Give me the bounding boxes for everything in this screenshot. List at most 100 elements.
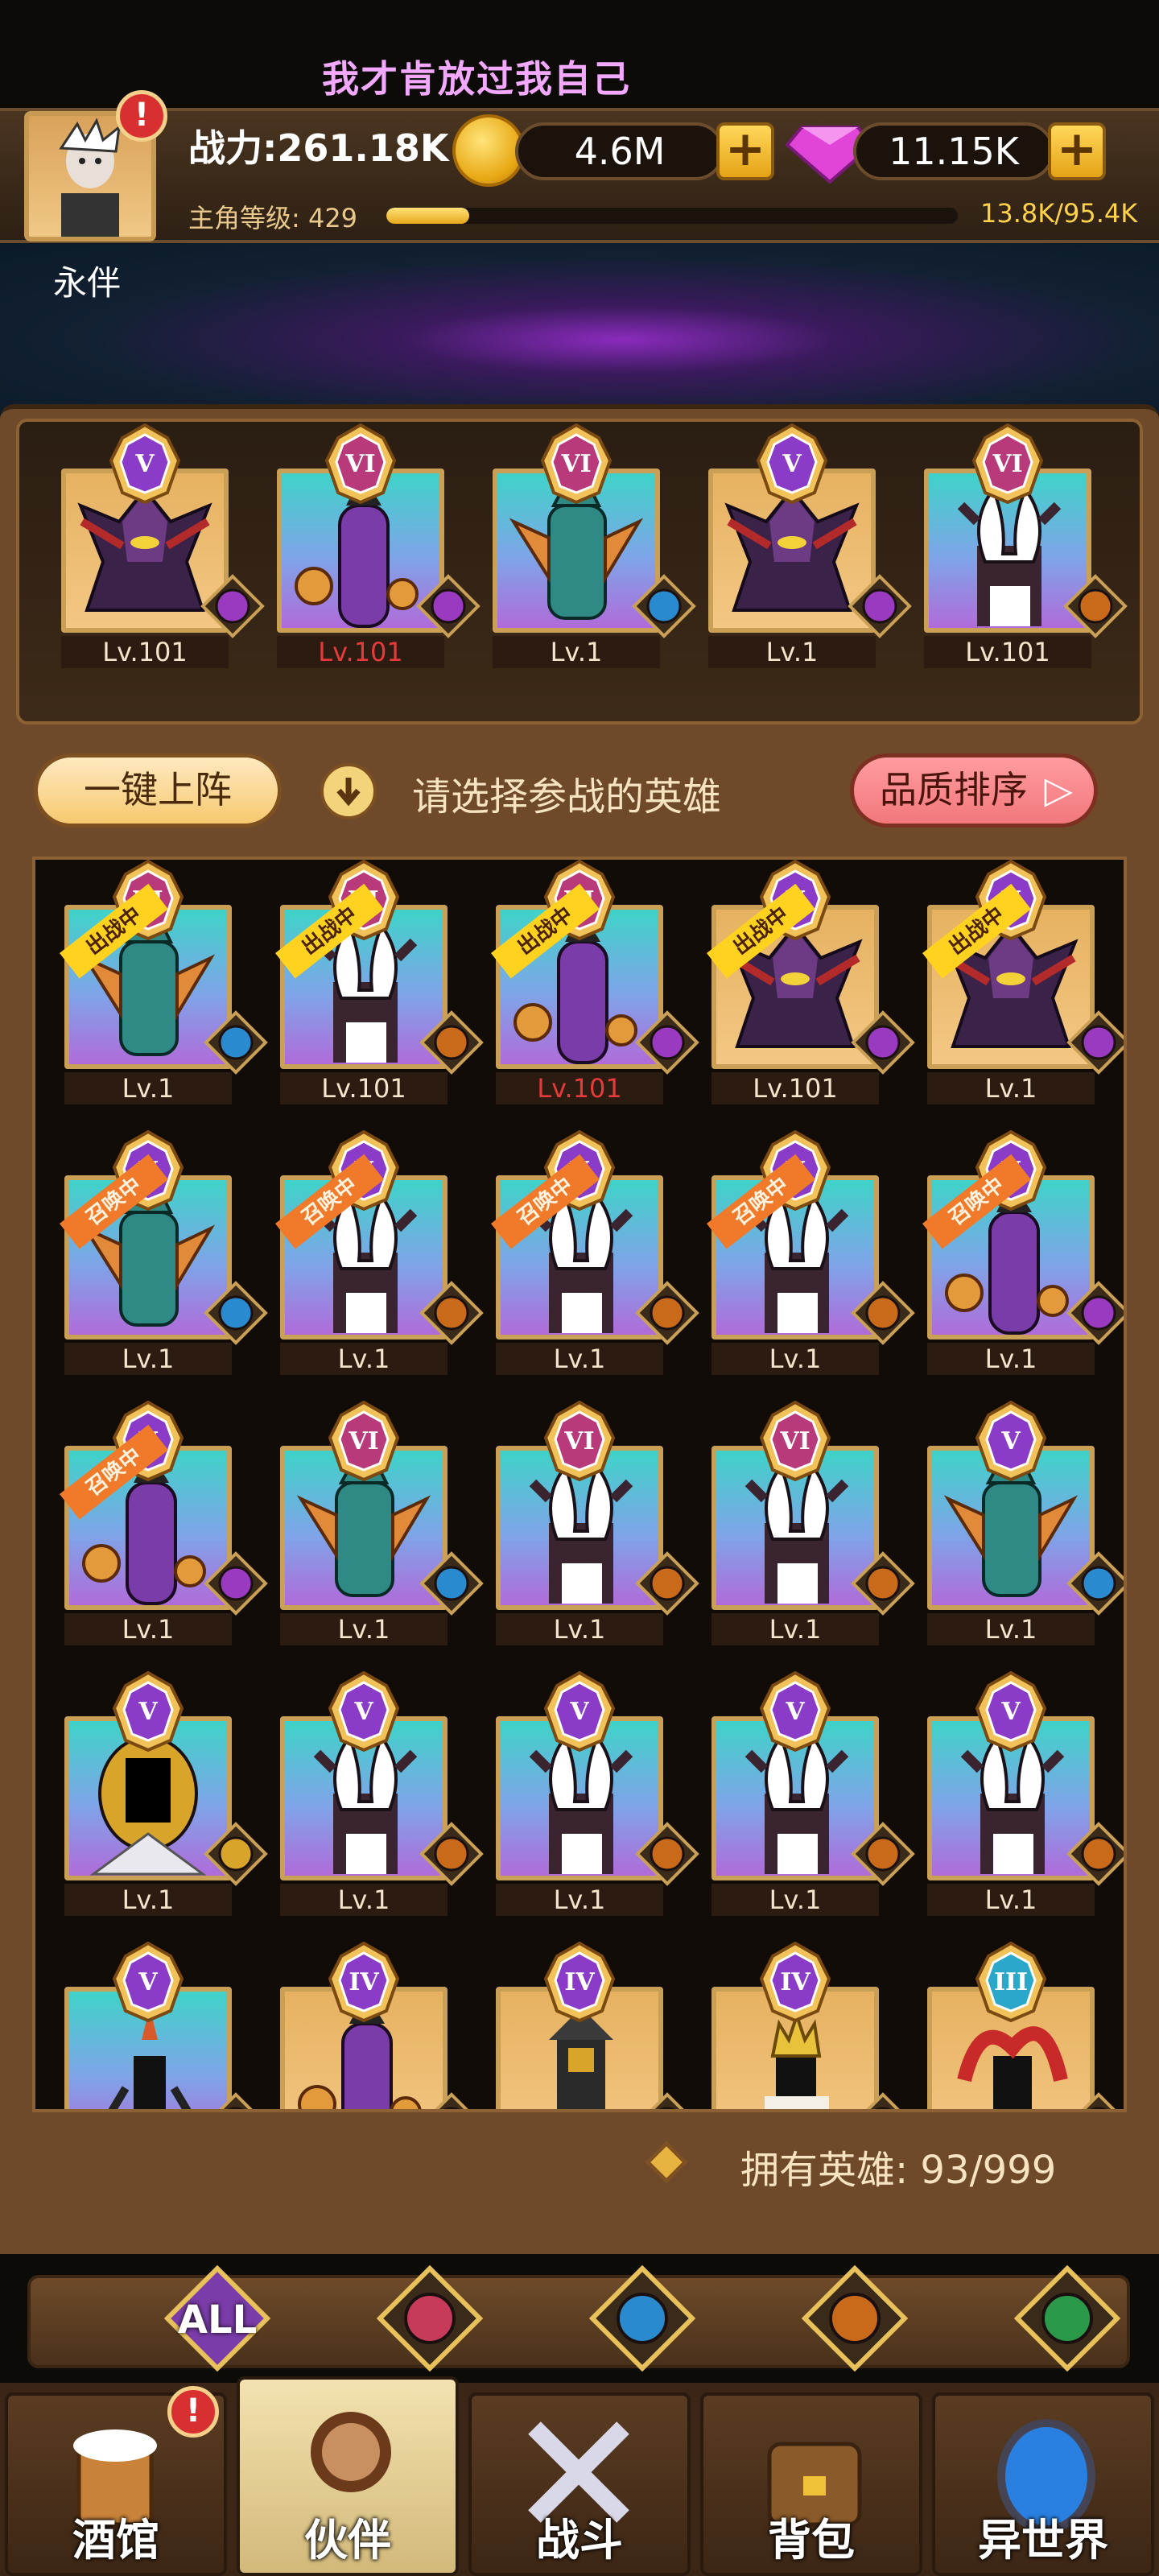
- roster-hero-card[interactable]: V Lv.1: [496, 1670, 699, 1921]
- nav-battle[interactable]: 战斗: [468, 2392, 691, 2576]
- svg-text:VI: VI: [344, 450, 375, 478]
- select-hero-hint: 请选择参战的英雄: [412, 774, 722, 819]
- demon-faction-icon: [1066, 1280, 1124, 1346]
- demon-faction-icon: [850, 2091, 916, 2109]
- svg-text:VI: VI: [348, 1427, 378, 1455]
- beast-faction-icon: [850, 1821, 916, 1887]
- water-faction-icon: [1066, 1550, 1124, 1616]
- gem-amount: 11.15K: [853, 122, 1054, 180]
- roster-hero-card[interactable]: III: [927, 1941, 1116, 2109]
- filter-all-label: ALL: [177, 2297, 258, 2343]
- play-arrow-icon: ▷: [1044, 768, 1073, 811]
- nav-label: 异世界: [978, 2515, 1108, 2566]
- demon-faction-icon: [847, 573, 913, 639]
- lineup-hero-card[interactable]: VI Lv.101: [924, 423, 1128, 673]
- nav-backpack[interactable]: 背包: [700, 2392, 922, 2576]
- demon-faction-icon: [415, 573, 481, 639]
- roster-hero-card[interactable]: IV: [496, 1941, 684, 2109]
- beast-faction-icon: [634, 1821, 700, 1887]
- add-gem-button[interactable]: +: [1048, 122, 1106, 180]
- one-key-deploy-button[interactable]: 一键上阵: [34, 753, 282, 828]
- roster-hero-card[interactable]: V 出战中Lv.101: [707, 860, 915, 1109]
- roster-hero-card[interactable]: IV: [711, 1941, 900, 2109]
- roster-hero-card[interactable]: VI Lv.1: [496, 1400, 699, 1650]
- hero-level: Lv.1: [64, 1613, 232, 1645]
- roster-hero-card[interactable]: V 召唤中Lv.1: [491, 1129, 699, 1380]
- owned-heroes-count: 拥有英雄: 93/999: [740, 2148, 1057, 2193]
- tier-badge-icon: III: [971, 1941, 1051, 2023]
- down-arrow-icon: [320, 763, 377, 819]
- hero-level: Lv.101: [711, 1072, 879, 1104]
- beast-faction-icon: [419, 1821, 485, 1887]
- roster-hero-card[interactable]: V 出战中Lv.1: [922, 860, 1124, 1109]
- hero-level: Lv.1: [496, 1884, 663, 1916]
- beast-faction-icon: [850, 1280, 916, 1346]
- hero-level: Lv.1: [64, 1884, 232, 1916]
- roster-hero-card[interactable]: IV: [280, 1941, 468, 2109]
- lineup-hero-card[interactable]: V Lv.1: [708, 423, 912, 673]
- hero-level: Lv.1: [708, 636, 876, 668]
- game-screen: { "header": { "title": "我才肯放过我自己", "powe…: [0, 0, 1159, 2576]
- sort-label: 品质排序: [880, 768, 1028, 811]
- lineup-hero-card[interactable]: V Lv.101: [61, 423, 265, 673]
- gold-amount: 4.6M: [515, 122, 724, 180]
- roster-hero-card[interactable]: V Lv.1: [927, 1400, 1124, 1650]
- hero-level: Lv.1: [280, 1613, 448, 1645]
- roster-hero-card[interactable]: VI Lv.1: [280, 1400, 484, 1650]
- roster-hero-card[interactable]: V Lv.1: [64, 1670, 268, 1921]
- nav-otherworld[interactable]: 异世界: [932, 2392, 1154, 2576]
- filter-beast-button[interactable]: [801, 2264, 909, 2372]
- demon-faction-icon: [850, 1009, 916, 1075]
- hero-roster-grid: VI 出战中Lv.1 VI 出战中Lv.101 VI 出战中Lv.101 V 出…: [32, 857, 1127, 2112]
- svg-text:VI: VI: [779, 1427, 810, 1455]
- roster-hero-card[interactable]: V Lv.1: [711, 1670, 915, 1921]
- roster-hero-card[interactable]: V 召唤中Lv.1: [60, 1129, 268, 1380]
- roster-hero-card[interactable]: VI 出战中Lv.101: [275, 860, 484, 1109]
- tier-badge-icon: V: [105, 423, 185, 505]
- nav-label: 伙伴: [304, 2515, 391, 2566]
- partner-name: 永伴: [53, 263, 122, 303]
- lineup-hero-card[interactable]: VI Lv.1: [493, 423, 696, 673]
- roster-hero-card[interactable]: V 召唤中Lv.1: [707, 1129, 915, 1380]
- svg-text:V: V: [353, 1698, 373, 1726]
- add-gold-button[interactable]: +: [716, 122, 774, 180]
- hero-level: Lv.1: [711, 1343, 879, 1375]
- svg-text:V: V: [1000, 1427, 1021, 1455]
- water-faction-icon: [631, 573, 697, 639]
- hero-level: Lv.1: [493, 636, 660, 668]
- tier-badge-icon: IV: [755, 1941, 835, 2023]
- hero-level: Lv.101: [61, 636, 229, 668]
- lineup-hero-card[interactable]: VI Lv.101: [277, 423, 481, 673]
- roster-hero-card[interactable]: VI Lv.1: [711, 1400, 915, 1650]
- roster-hero-card[interactable]: VI 出战中Lv.101: [491, 860, 699, 1109]
- hero-level: Lv.1: [927, 1613, 1095, 1645]
- hero-level: Lv.1: [927, 1072, 1095, 1104]
- scene-background: [0, 243, 1159, 420]
- hero-level: Lv.1: [64, 1343, 232, 1375]
- roster-hero-card[interactable]: V 召唤中Lv.1: [275, 1129, 484, 1380]
- filter-water-button[interactable]: [588, 2264, 696, 2372]
- gold-coin-icon: [452, 114, 525, 187]
- filter-holy-button[interactable]: [376, 2264, 484, 2372]
- roster-hero-card[interactable]: V: [64, 1941, 253, 2109]
- filter-all-button[interactable]: ALL: [163, 2264, 271, 2372]
- tier-badge-icon: V: [108, 1670, 188, 1752]
- hero-level: Lv.1: [280, 1343, 448, 1375]
- svg-text:V: V: [785, 1698, 805, 1726]
- xp-fill: [386, 208, 469, 224]
- hero-level: Lv.1: [496, 1613, 663, 1645]
- water-faction-icon: [419, 1550, 485, 1616]
- roster-hero-card[interactable]: V Lv.1: [927, 1670, 1124, 1921]
- xp-text: 13.8K/95.4K: [980, 198, 1138, 229]
- beast-faction-icon: [1062, 573, 1128, 639]
- roster-hero-card[interactable]: VI 出战中Lv.1: [60, 860, 268, 1109]
- beast-faction-icon: [1066, 1821, 1124, 1887]
- roster-hero-card[interactable]: V 召唤中Lv.1: [922, 1129, 1124, 1380]
- nav-partner[interactable]: 伙伴: [237, 2376, 459, 2576]
- filter-elf-button[interactable]: [1013, 2264, 1121, 2372]
- hero-level: Lv.1: [496, 1343, 663, 1375]
- roster-hero-card[interactable]: V 召唤中Lv.1: [60, 1400, 268, 1650]
- roster-hero-card[interactable]: V Lv.1: [280, 1670, 484, 1921]
- quality-sort-button[interactable]: 品质排序 ▷: [850, 753, 1098, 828]
- beast-faction-icon: [419, 1280, 485, 1346]
